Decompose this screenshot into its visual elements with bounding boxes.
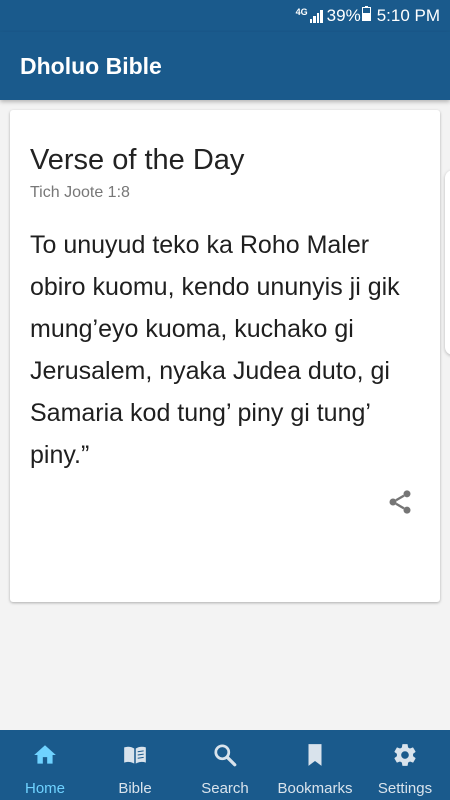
nav-search[interactable]: Search — [180, 730, 270, 800]
battery-percent: 39% — [326, 6, 361, 25]
bookmark-icon — [302, 742, 328, 773]
status-bar: 4G 39% 5:10 PM — [0, 0, 450, 32]
signal-icon — [309, 9, 323, 23]
nav-settings[interactable]: Settings — [360, 730, 450, 800]
app-bar: Dholuo Bible — [0, 32, 450, 100]
battery-icon — [361, 6, 371, 26]
nav-bookmarks[interactable]: Bookmarks — [270, 730, 360, 800]
search-icon — [212, 742, 238, 773]
bottom-navigation: Home Bible Search Bookmarks Settings — [0, 730, 450, 800]
home-icon — [32, 742, 58, 773]
verse-of-the-day-card: Verse of the Day Tich Joote 1:8 To unuyu… — [10, 110, 440, 602]
nav-bookmarks-label: Bookmarks — [277, 780, 353, 797]
nav-home[interactable]: Home — [0, 730, 90, 800]
share-icon[interactable] — [386, 488, 414, 516]
card-heading: Verse of the Day — [30, 144, 245, 176]
verse-text: To unuyud teko ka Roho Maler obiro kuomu… — [30, 231, 400, 469]
nav-bible[interactable]: Bible — [90, 730, 180, 800]
nav-home-label: Home — [24, 780, 65, 797]
gear-icon — [392, 742, 418, 773]
nav-search-label: Search — [201, 780, 249, 797]
book-icon — [122, 742, 148, 773]
clock: 5:10 PM — [376, 6, 440, 25]
network-type: 4G — [295, 7, 308, 17]
verse-reference[interactable]: Tich Joote 1:8 — [30, 184, 130, 202]
nav-bible-label: Bible — [118, 780, 152, 797]
next-card-peek[interactable] — [445, 170, 450, 355]
nav-settings-label: Settings — [377, 780, 433, 797]
app-title: Dholuo Bible — [20, 52, 162, 79]
